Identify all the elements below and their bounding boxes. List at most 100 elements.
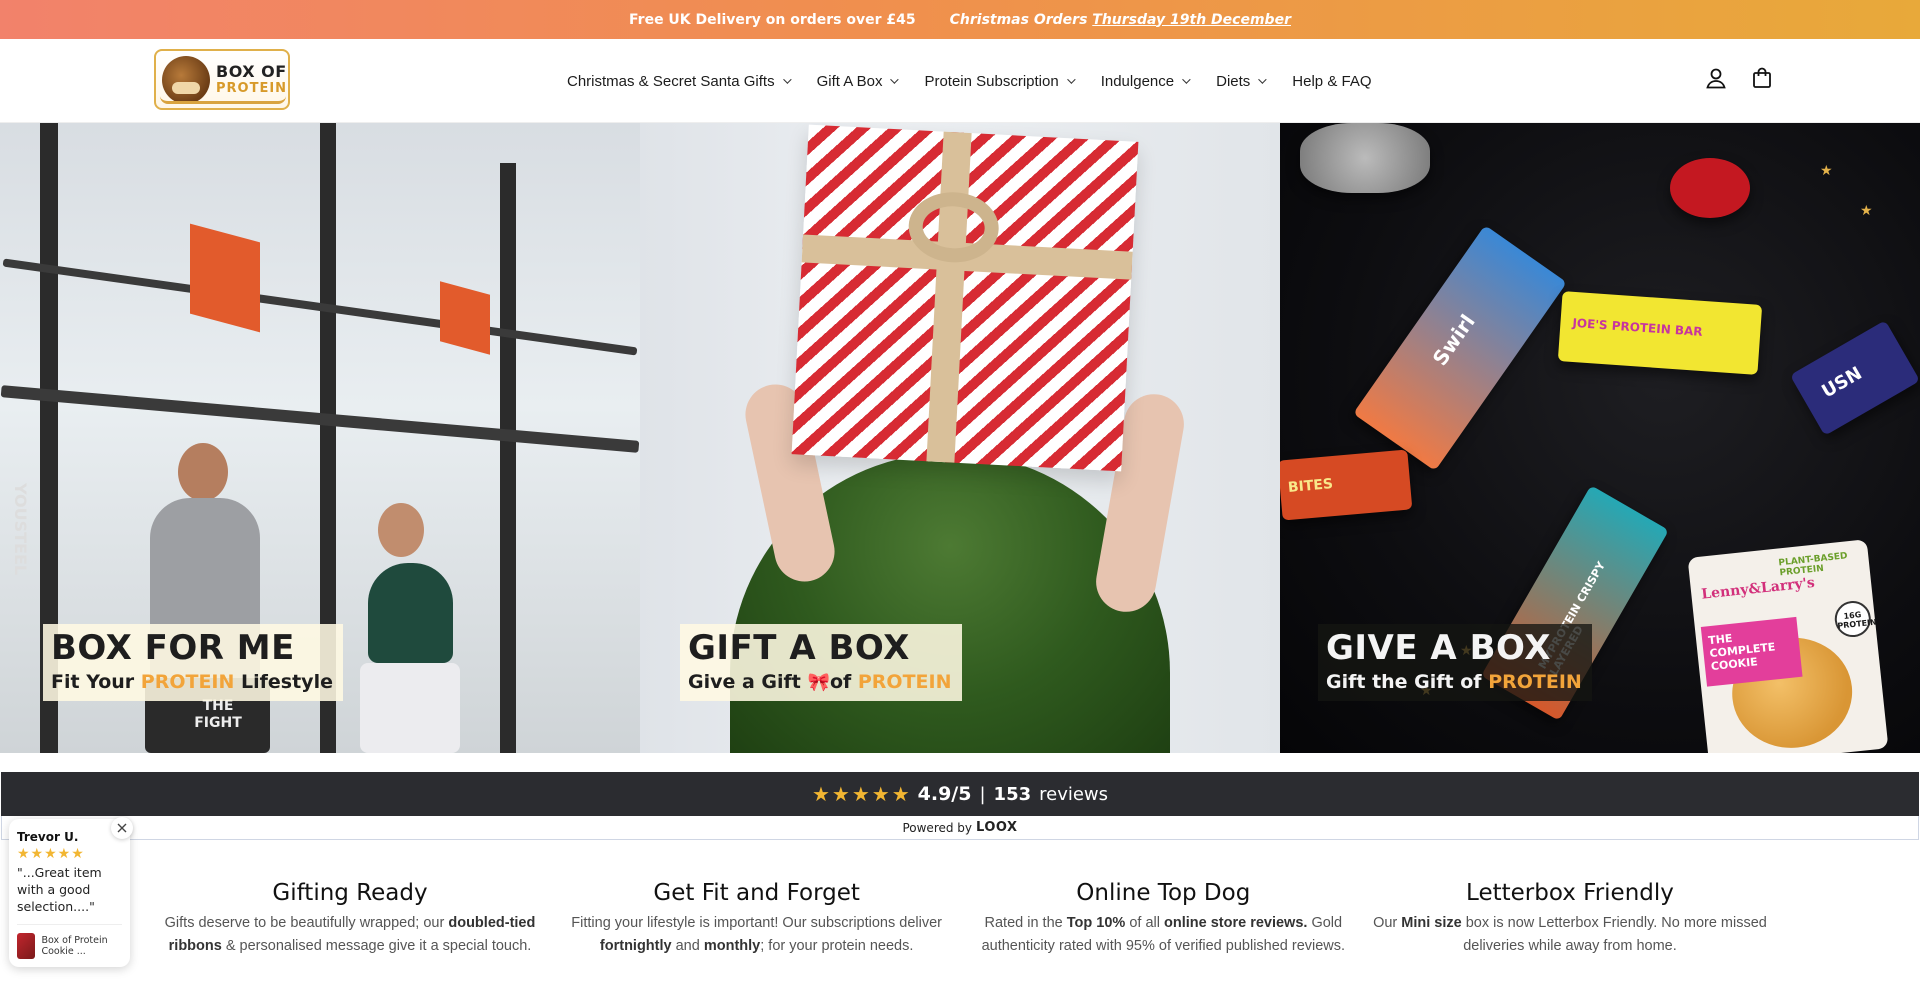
tile-box-for-me[interactable]: YOUSTEEL THE FIGHT BOX FOR ME Fit Your P… xyxy=(0,123,640,753)
athlete-head xyxy=(178,443,228,501)
star-confetti-icon: ★ xyxy=(1860,203,1873,219)
logo-line2: PROTEIN xyxy=(216,81,288,96)
cookie-name: THE COMPLETE COOKIE xyxy=(1707,631,1776,674)
cookie-top-text: PLANT-BASED PROTEIN xyxy=(1778,551,1849,579)
badge-text: 16G PROTEIN xyxy=(1836,610,1878,631)
logo-line1: BOX OF xyxy=(216,62,287,81)
cart-icon[interactable] xyxy=(1750,66,1774,90)
rack-flag xyxy=(190,223,260,333)
text: of all xyxy=(1125,915,1164,931)
christmas-orders-text: Christmas Orders Thursday 19th December xyxy=(950,12,1291,28)
subtitle-text: Give a Gift xyxy=(688,671,808,694)
close-icon[interactable] xyxy=(111,817,133,839)
ribbon-bow-icon: 🎀 xyxy=(807,672,830,694)
text: & personalised message give it a special… xyxy=(221,938,532,955)
product-thumbnail xyxy=(17,933,36,959)
rating-separator: | xyxy=(979,783,986,805)
review-count: 153 xyxy=(993,783,1032,805)
nav-diets[interactable]: Diets xyxy=(1216,73,1267,90)
chevron-down-icon xyxy=(1258,75,1267,84)
gift-box xyxy=(791,124,1139,472)
tile-give-a-box[interactable]: Swirl JOE'S PROTEIN BAR USN MYPROTEIN CR… xyxy=(1280,123,1920,753)
review-count-label: reviews xyxy=(1039,783,1109,805)
text-bold: Mini size xyxy=(1401,915,1462,931)
snack-label: BITES xyxy=(1287,476,1334,496)
hero-tiles: YOUSTEEL THE FIGHT BOX FOR ME Fit Your P… xyxy=(0,123,1920,753)
header-icons xyxy=(1704,66,1774,90)
reviews-summary-bar[interactable]: ★ ★ ★ ★ ★ 4.9/5 | 153 reviews xyxy=(1,772,1919,816)
text: Gifts deserve to be beautifully wrapped;… xyxy=(164,915,449,931)
tile-title: BOX FOR ME xyxy=(51,628,295,668)
tile-subtitle: Give a Gift 🎀of PROTEIN xyxy=(688,671,952,693)
rack-post xyxy=(500,163,516,753)
christmas-orders-date-link[interactable]: Thursday 19th December xyxy=(1092,12,1291,28)
feature-title-text: Online Top Dog xyxy=(1076,880,1251,906)
star-icon: ★ xyxy=(811,782,830,806)
feature-title: Online Top Dog xyxy=(963,880,1363,906)
nav-label: Indulgence xyxy=(1100,72,1175,90)
site-header: BOX OF PROTEIN Christmas & Secret Santa … xyxy=(0,39,1920,123)
athlete-top xyxy=(368,563,453,663)
text: and xyxy=(671,938,704,955)
star-icon: ★ xyxy=(831,782,850,806)
feature-title: Gifting Ready xyxy=(150,880,550,906)
nav-christmas-gifts[interactable]: Christmas & Secret Santa Gifts xyxy=(567,72,792,90)
rating-stars: ★ ★ ★ ★ ★ xyxy=(812,784,910,804)
snack-label: USN xyxy=(1818,362,1866,403)
nav-indulgence[interactable]: Indulgence xyxy=(1100,72,1191,90)
logo-wordmark: BOX OF PROTEIN xyxy=(216,62,288,96)
nav-gift-a-box[interactable]: Gift A Box xyxy=(817,73,900,90)
protein-badge: 16G PROTEIN xyxy=(1833,599,1877,639)
nav-label: Help & FAQ xyxy=(1292,72,1372,90)
christmas-orders-prefix: Christmas Orders xyxy=(949,11,1088,28)
snack-bar: Swirl xyxy=(1353,225,1567,471)
reviewed-product[interactable]: Box of Protein Cookie ... xyxy=(17,924,122,959)
star-icon: ★ xyxy=(871,782,890,806)
chevron-down-icon xyxy=(1182,75,1191,84)
reviewer-name: Trevor U. xyxy=(17,830,79,844)
feature-title-text: Letterbox Friendly xyxy=(1466,880,1674,906)
star-confetti-icon: ★ xyxy=(1820,163,1833,179)
red-bow-icon xyxy=(1670,158,1750,218)
tile-subtitle: Gift the Gift of PROTEIN xyxy=(1326,671,1582,693)
star-icon: ★ xyxy=(851,782,870,806)
nav-label: Protein Subscription xyxy=(924,72,1059,90)
text: ; for your protein needs. xyxy=(760,938,914,955)
text: Fitting your lifestyle is important! Our… xyxy=(571,915,942,931)
nav-help-faq[interactable]: Help & FAQ xyxy=(1292,73,1371,90)
tile-title: GIVE A BOX xyxy=(1326,628,1551,668)
logo[interactable]: BOX OF PROTEIN xyxy=(154,49,290,110)
feature-text: Our Mini size box is now Letterbox Frien… xyxy=(1370,912,1770,958)
text: Rated in the xyxy=(984,915,1067,931)
athlete-head xyxy=(378,503,424,557)
snack-bar: USN xyxy=(1789,320,1920,436)
nav-protein-subscription[interactable]: Protein Subscription xyxy=(924,72,1076,90)
subtitle-text: Lifestyle xyxy=(234,671,333,694)
text-bold: online store reviews. xyxy=(1163,915,1308,931)
free-delivery-text: Free UK Delivery on orders over £45 xyxy=(629,11,916,28)
chevron-down-icon xyxy=(890,75,900,84)
rack-flag xyxy=(440,281,490,355)
athlete-shorts xyxy=(360,663,460,753)
subtitle-text: of xyxy=(829,671,858,694)
tile-gift-a-box[interactable]: GIFT A BOX Give a Gift 🎀of PROTEIN xyxy=(640,123,1280,753)
tile-caption: GIVE A BOX Gift the Gift of PROTEIN xyxy=(1318,624,1592,702)
silver-ribbon-icon xyxy=(1300,123,1430,193)
cookie-brand: Lenny&Larry's xyxy=(1700,574,1816,603)
account-icon[interactable] xyxy=(1704,66,1728,90)
snack-bar: JOE'S PROTEIN BAR xyxy=(1557,291,1763,375)
feature-row: Gifting Ready Gifts deserve to be beauti… xyxy=(150,880,1770,958)
star-icon: ★ xyxy=(891,782,910,806)
powered-by-loox[interactable]: Powered by LOOX xyxy=(1,816,1919,840)
feature-title: Get Fit and Forget xyxy=(557,880,957,906)
shirt-print: THE FIGHT xyxy=(194,698,242,731)
powered-by-text: Powered by xyxy=(902,820,973,835)
chevron-down-icon xyxy=(782,75,792,84)
subtitle-text: Gift the Gift of xyxy=(1326,671,1489,694)
nav-label: Christmas & Secret Santa Gifts xyxy=(567,72,775,90)
subtitle-accent: PROTEIN xyxy=(140,671,235,694)
review-popup[interactable]: Trevor U. ★★★★★ "...Great item with a go… xyxy=(9,819,130,967)
text-bold: Top 10% xyxy=(1066,915,1126,931)
tile-subtitle: Fit Your PROTEIN Lifestyle xyxy=(51,671,333,693)
snack-label: Swirl xyxy=(1427,309,1480,370)
